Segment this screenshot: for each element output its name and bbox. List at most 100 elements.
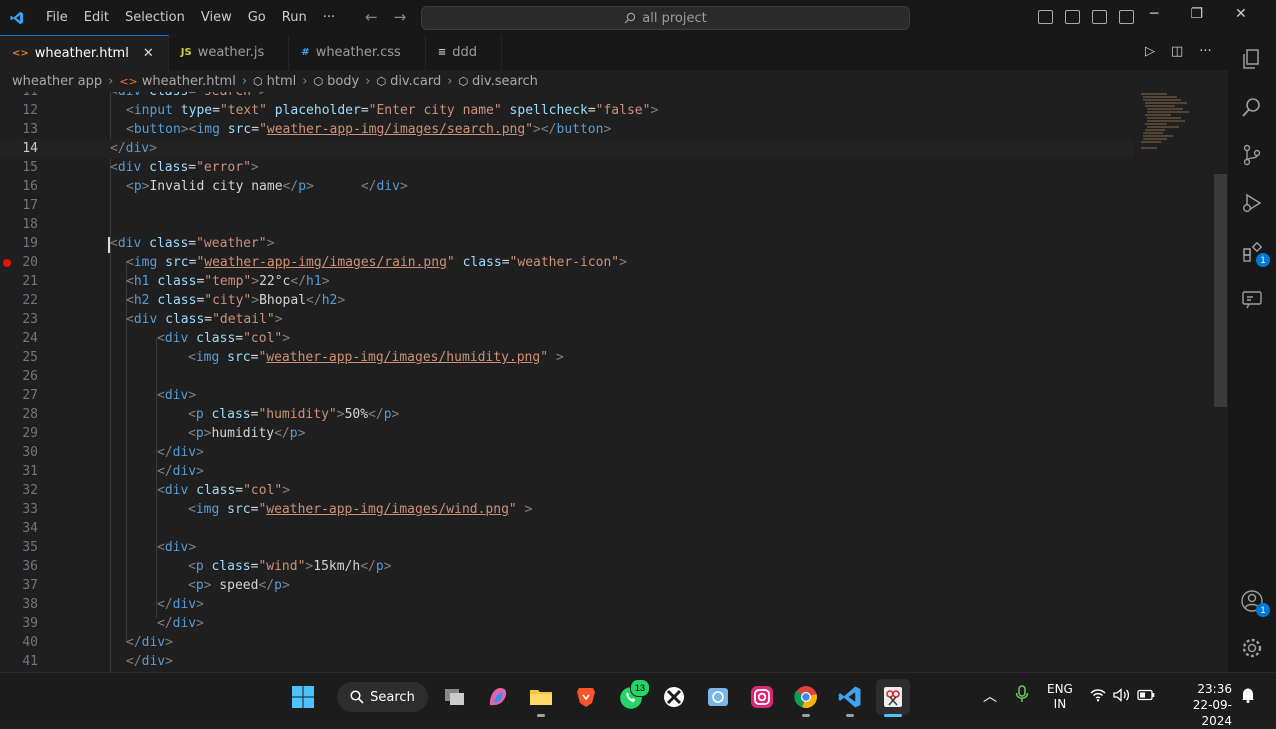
tab-ddd[interactable]: ≡ ddd xyxy=(426,35,502,70)
breadcrumb-file[interactable]: wheather.html xyxy=(142,74,236,89)
forward-arrow-icon[interactable]: → xyxy=(394,8,407,26)
breadcrumb-html[interactable]: html xyxy=(267,74,297,89)
editor-tabs: <> wheather.html ✕ JS weather.js # wheat… xyxy=(0,35,1228,71)
close-tab-icon[interactable]: ✕ xyxy=(143,46,154,61)
split-editor-icon[interactable]: ◫ xyxy=(1171,44,1183,59)
breadcrumb-folder[interactable]: wheather app xyxy=(12,74,102,89)
chevron-right-icon: › xyxy=(241,73,248,89)
search-icon[interactable] xyxy=(1240,95,1264,119)
whatsapp-icon[interactable]: 13 xyxy=(618,679,650,709)
clock-date: 22-09-2024 xyxy=(1192,698,1232,728)
menu-run[interactable]: Run xyxy=(274,10,315,25)
menu-selection[interactable]: Selection xyxy=(117,10,193,25)
breadcrumb-div-search[interactable]: div.search xyxy=(472,74,538,89)
extensions-icon[interactable]: 1 xyxy=(1240,239,1270,267)
toggle-panel-icon[interactable] xyxy=(1065,10,1080,24)
taskbar-search[interactable]: Search xyxy=(337,682,428,712)
run-debug-icon[interactable] xyxy=(1240,191,1264,215)
tab-label: wheather.html xyxy=(34,46,129,61)
brave-browser-icon[interactable] xyxy=(574,685,598,709)
code-editor[interactable]: 11<div class="search"> 12<input type="te… xyxy=(0,92,1228,672)
code-line: 28 <p class="humidity">50%</p> xyxy=(22,407,400,422)
explorer-icon[interactable] xyxy=(1240,47,1264,71)
menu-edit[interactable]: Edit xyxy=(76,10,117,25)
more-actions-icon[interactable]: ··· xyxy=(1199,44,1211,59)
code-line: 26 xyxy=(22,369,38,384)
minimap[interactable] xyxy=(1137,92,1197,152)
text-file-icon: ≡ xyxy=(437,47,447,58)
accounts-icon[interactable]: 1 xyxy=(1240,589,1270,617)
run-icon[interactable]: ▷ xyxy=(1145,44,1155,59)
code-line: 25 <img src="weather-app-img/images/humid… xyxy=(22,350,564,365)
vscode-logo-icon xyxy=(10,11,24,24)
active-indicator xyxy=(884,714,902,717)
instagram-icon[interactable] xyxy=(750,685,774,709)
close-window-icon[interactable]: ✕ xyxy=(1235,6,1247,22)
code-line-current: 14 </div> xyxy=(0,139,1134,158)
wifi-icon[interactable] xyxy=(1090,688,1106,705)
chevron-right-icon: › xyxy=(447,73,453,89)
breadcrumb-div-card[interactable]: div.card xyxy=(390,74,441,89)
tab-label: weather.js xyxy=(197,45,265,60)
xbox-icon[interactable] xyxy=(662,685,686,709)
restore-icon[interactable]: ❐ xyxy=(1190,6,1203,22)
menu-more[interactable]: ··· xyxy=(315,10,343,25)
vscode-taskbar-icon[interactable] xyxy=(838,685,862,709)
extensions-badge: 1 xyxy=(1256,253,1270,267)
toggle-primary-sidebar-icon[interactable] xyxy=(1038,10,1053,24)
minimize-icon[interactable]: ─ xyxy=(1150,6,1158,22)
menu-go[interactable]: Go xyxy=(240,10,274,25)
chevron-right-icon: › xyxy=(108,73,114,89)
chrome-icon[interactable] xyxy=(794,685,818,709)
running-indicator xyxy=(802,714,810,717)
copilot-icon[interactable] xyxy=(486,685,510,709)
editor-scrollbar[interactable] xyxy=(1214,174,1227,407)
code-line: 23 <div class="detail"> xyxy=(22,312,283,327)
menu-file[interactable]: File xyxy=(38,10,76,25)
clock[interactable]: 23:36 22-09-2024 xyxy=(1170,681,1232,729)
breadcrumb: wheather app › <> wheather.html › ⬡ html… xyxy=(0,70,1228,92)
accounts-badge: 1 xyxy=(1256,603,1270,617)
battery-icon[interactable] xyxy=(1137,689,1155,704)
remote-explorer-icon[interactable] xyxy=(1240,287,1264,311)
volume-icon[interactable] xyxy=(1113,688,1131,705)
microphone-icon[interactable] xyxy=(1015,685,1029,706)
editor-actions: ▷ ◫ ··· xyxy=(1145,44,1212,59)
task-view-icon[interactable] xyxy=(443,685,467,709)
breadcrumb-body[interactable]: body xyxy=(327,74,359,89)
code-line: 20 <img src="weather-app-img/images/rain.… xyxy=(22,255,627,270)
element-icon: ⬡ xyxy=(376,74,387,88)
element-icon: ⬡ xyxy=(253,74,263,88)
settings-gear-icon[interactable] xyxy=(1240,636,1264,660)
whatsapp-badge: 13 xyxy=(630,679,650,697)
tab-weather-js[interactable]: JS weather.js xyxy=(169,35,290,70)
code-line: 21 <h1 class="temp">22°c</h1> xyxy=(22,274,330,289)
windows-start-icon[interactable] xyxy=(291,685,315,709)
element-icon: ⬡ xyxy=(313,74,324,88)
chevron-right-icon: › xyxy=(365,73,371,89)
taskbar-search-label: Search xyxy=(370,689,415,705)
code-line: 15 <div class="error"> xyxy=(22,160,259,175)
code-line: 11<div class="search"> xyxy=(0,92,1134,101)
code-line: 17 xyxy=(22,198,38,213)
tab-wheather-html[interactable]: <> wheather.html ✕ xyxy=(0,35,169,71)
menu-view[interactable]: View xyxy=(193,10,240,25)
code-line: 38 </div> xyxy=(22,597,204,612)
notification-bell-icon[interactable] xyxy=(1241,687,1255,706)
customize-layout-icon[interactable] xyxy=(1119,10,1134,24)
show-hidden-icons-chevron-icon[interactable]: ︿ xyxy=(983,686,997,706)
code-line: 39 </div> xyxy=(22,616,204,631)
snipping-tool-icon[interactable] xyxy=(876,679,910,715)
command-center-search[interactable]: all project xyxy=(421,6,910,30)
search-icon xyxy=(350,690,364,704)
file-explorer-icon[interactable] xyxy=(529,685,553,709)
chevron-right-icon: › xyxy=(302,73,308,89)
toggle-secondary-sidebar-icon[interactable] xyxy=(1092,10,1107,24)
element-icon: ⬡ xyxy=(458,74,469,88)
tab-wheather-css[interactable]: # wheather.css xyxy=(289,35,426,70)
photos-app-icon[interactable] xyxy=(706,685,730,709)
code-line: 22 <h2 class="city">Bhopal</h2> xyxy=(22,293,346,308)
language-indicator[interactable]: ENG IN xyxy=(1047,682,1073,712)
back-arrow-icon[interactable]: ← xyxy=(365,8,378,26)
source-control-icon[interactable] xyxy=(1240,143,1264,167)
